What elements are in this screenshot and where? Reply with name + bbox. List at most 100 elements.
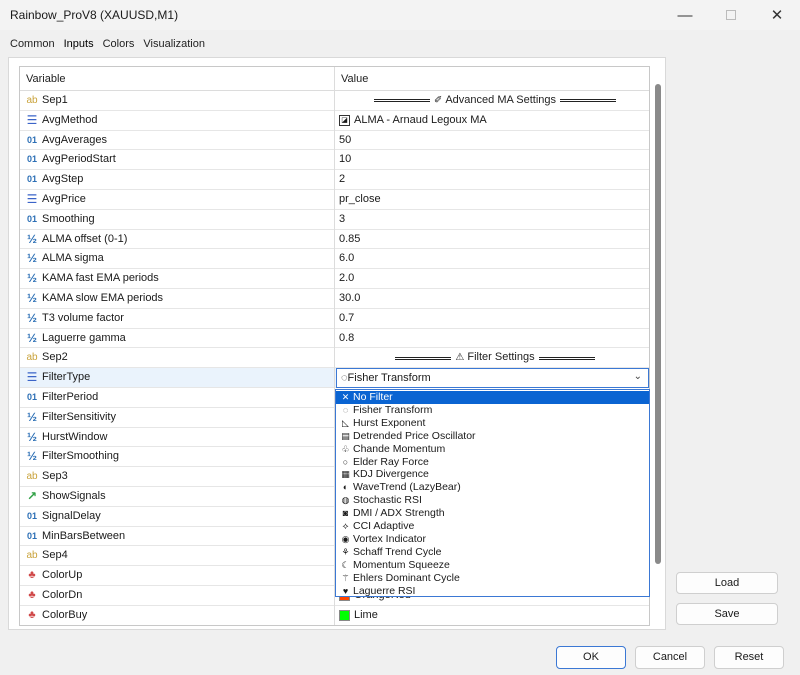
variable-name: AvgAverages [42, 133, 108, 146]
dropdown-option[interactable]: ◉ Vortex Indicator [336, 533, 649, 546]
grid-row[interactable]: ½ Laguerre gamma 0.8 [20, 328, 649, 349]
variable-name: FilterType [42, 371, 91, 384]
filter-type-combobox[interactable]: ◌ Fisher Transform ⌄ [336, 368, 649, 388]
integer-type-icon: 01 [26, 530, 37, 541]
grid-row[interactable]: 01 AvgPeriodStart 10 [20, 150, 649, 171]
grid-row[interactable]: 01 AvgAverages 50 [20, 130, 649, 151]
dropdown-option[interactable]: ▦ KDJ Divergence [336, 468, 649, 481]
grid-row[interactable]: ☰ AvgPrice pr_close [20, 190, 649, 210]
grid-row[interactable]: ½ ALMA offset (0-1) 0.85 [20, 229, 649, 250]
grid-row[interactable]: 01 Smoothing 3 [20, 209, 649, 230]
variable-cell: ½ KAMA fast EMA periods [20, 269, 335, 289]
separator-line [373, 99, 430, 103]
value-cell[interactable]: pr_close [336, 190, 649, 210]
enum-type-icon: ☰ [26, 192, 38, 206]
dropdown-option[interactable]: ⟡ CCI Adaptive [336, 520, 649, 533]
tab-common[interactable]: Common [10, 38, 55, 52]
grid-row[interactable]: ☰ AvgMethod ◪ ALMA - Arnaud Legoux MA [20, 110, 649, 131]
dropdown-option[interactable]: ⚚ Ehlers Dominant Cycle [336, 572, 649, 585]
tab-colors[interactable]: Colors [103, 38, 135, 52]
dropdown-option[interactable]: ◍ Stochastic RSI [336, 494, 649, 507]
grid-row[interactable]: 01 AvgStep 2 [20, 170, 649, 190]
variable-name: AvgMethod [42, 113, 98, 126]
value-cell[interactable]: 2.0 [336, 269, 649, 289]
variable-name: Sep1 [42, 94, 68, 106]
close-button[interactable]: ✕ [754, 0, 800, 30]
cancel-button[interactable]: Cancel [635, 646, 705, 669]
option-icon: ♥ [342, 585, 349, 596]
grid-row[interactable]: ♣ ColorBuy Lime [20, 605, 649, 625]
dropdown-option[interactable]: ◐ WaveTrend (LazyBear) [336, 481, 649, 494]
dropdown-option[interactable]: ◺ Hurst Exponent [336, 417, 649, 430]
load-button[interactable]: Load [676, 572, 778, 594]
separator-label: Advanced MA Settings [445, 94, 557, 106]
dropdown-option[interactable]: ⚘ Schaff Trend Cycle [336, 546, 649, 559]
tab-visualization[interactable]: Visualization [143, 38, 205, 52]
reset-button[interactable]: Reset [714, 646, 784, 669]
dropdown-option[interactable]: ✕ No Filter [336, 391, 649, 404]
value-cell[interactable]: 0.85 [336, 230, 649, 250]
grid-row[interactable]: ½ T3 volume factor 0.7 [20, 308, 649, 329]
maximize-icon [726, 10, 736, 20]
string-type-icon: ab [26, 471, 38, 483]
value-cell[interactable]: Lime [336, 606, 649, 625]
option-label: Elder Ray Force [353, 455, 429, 468]
dropdown-option[interactable]: ♥ Laguerre RSI [336, 584, 649, 597]
dropdown-option[interactable]: ○ Elder Ray Force [336, 456, 649, 469]
integer-type-icon: 01 [26, 510, 37, 521]
grid-row[interactable]: ½ ALMA sigma 6.0 [20, 249, 649, 270]
value-text: ALMA - Arnaud Legoux MA [354, 113, 487, 126]
grid-row[interactable]: ½ KAMA slow EMA periods 30.0 [20, 289, 649, 309]
dropdown-option[interactable]: ▤ Detrended Price Oscillator [336, 430, 649, 443]
value-cell[interactable]: ◪ ALMA - Arnaud Legoux MA [336, 111, 649, 131]
value-cell[interactable]: 2 [336, 170, 649, 190]
value-cell[interactable]: 3 [336, 210, 649, 230]
header-variable[interactable]: Variable [20, 67, 335, 91]
dropdown-option[interactable]: ◙ DMI / ADX Strength [336, 507, 649, 520]
separator-label: Filter Settings [467, 351, 535, 364]
value-cell[interactable]: 50 [336, 131, 649, 151]
grid-scrollbar[interactable] [655, 84, 661, 564]
grid-row[interactable]: ☰ FilterType ◌ Fisher Transform ⌄ [20, 368, 649, 388]
variable-name: FilterSensitivity [42, 410, 116, 423]
maximize-button[interactable] [708, 0, 754, 30]
value-cell[interactable]: ⚠ Filter Settings [336, 348, 649, 368]
grid-row[interactable]: ½ KAMA fast EMA periods 2.0 [20, 269, 649, 289]
integer-type-icon: 01 [26, 392, 37, 402]
grid-row[interactable]: ab Sep1 ✐ Advanced MA Settings [20, 91, 649, 111]
variable-name: ColorBuy [42, 608, 88, 621]
option-label: CCI Adaptive [353, 520, 415, 532]
string-type-icon: ab [26, 95, 38, 106]
minimize-button[interactable]: — [662, 0, 708, 30]
dropdown-option[interactable]: ♧ Chande Momentum [336, 443, 649, 456]
variable-cell: 01 MinBarsBetween [20, 526, 335, 547]
option-label: Chande Momentum [353, 442, 446, 455]
option-icon: ◌ [342, 404, 349, 415]
option-label: Laguerre RSI [353, 584, 416, 597]
option-icon: ⚘ [341, 546, 350, 557]
value-cell[interactable]: 0.8 [336, 329, 649, 349]
save-button[interactable]: Save [676, 603, 778, 625]
double-type-icon: ½ [26, 449, 37, 464]
value-cell[interactable]: 10 [336, 150, 649, 170]
dropdown-option[interactable]: ☾ Momentum Squeeze [336, 559, 649, 572]
variable-cell: ½ HurstWindow [20, 427, 335, 448]
ok-button[interactable]: OK [556, 646, 626, 669]
value-cell[interactable]: 6.0 [336, 249, 649, 269]
variable-name: FilterPeriod [42, 391, 99, 403]
value-cell[interactable]: ✐ Advanced MA Settings [336, 91, 649, 111]
tab-inputs[interactable]: Inputs [64, 38, 94, 52]
tab-bar: Common Inputs Colors Visualization [10, 38, 214, 52]
grid-row[interactable]: ab Sep2 ⚠ Filter Settings [20, 348, 649, 369]
header-value[interactable]: Value [335, 67, 649, 91]
option-icon: ▦ [341, 469, 350, 480]
variable-cell: ½ FilterSensitivity [20, 407, 335, 428]
dropdown-option[interactable]: ◌ Fisher Transform [336, 404, 649, 417]
value-text: 0.85 [339, 232, 361, 245]
value-cell[interactable]: 0.7 [336, 309, 649, 329]
option-icon: ◉ [341, 533, 350, 544]
value-cell[interactable]: 30.0 [336, 289, 649, 309]
double-type-icon: ½ [26, 409, 37, 424]
option-label: Hurst Exponent [353, 416, 426, 429]
filter-type-dropdown: ✕ No Filter ◌ Fisher Transform ◺ Hurst Expone… [335, 389, 650, 597]
